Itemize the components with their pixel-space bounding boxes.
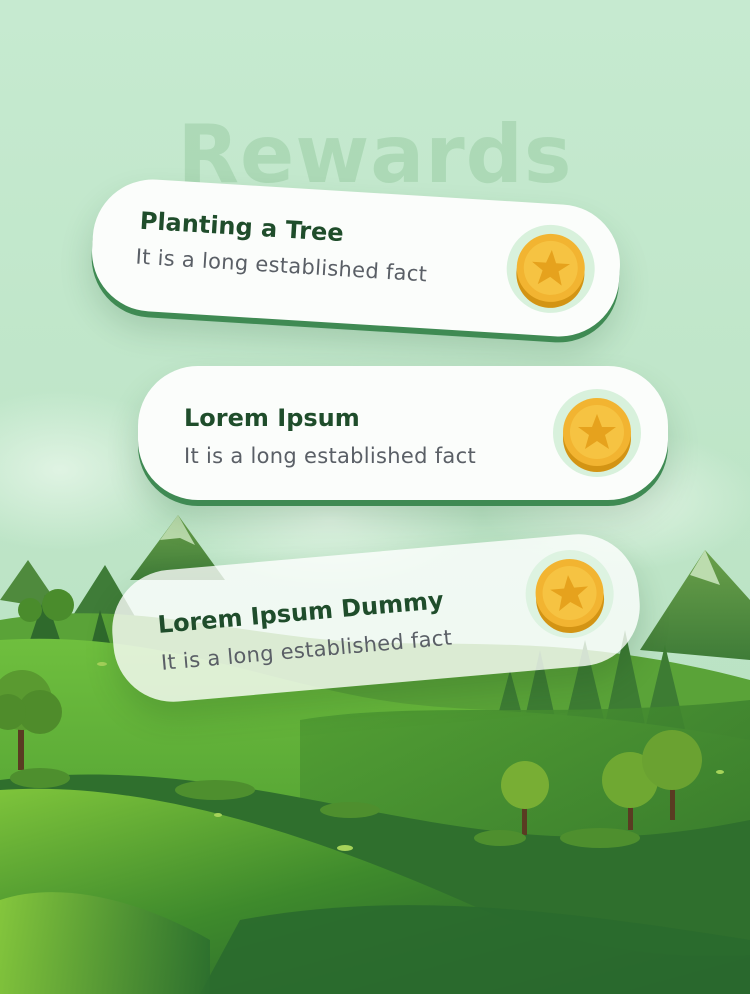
reward-card-subtitle: It is a long established fact <box>184 444 476 468</box>
reward-card-title: Lorem Ipsum <box>184 404 360 432</box>
rewards-screen: Rewards Planting a Tree It is a long est… <box>0 0 750 994</box>
reward-card-lorem-ipsum[interactable]: Lorem Ipsum It is a long established fac… <box>138 366 668 500</box>
rewards-watermark-title: Rewards <box>177 108 573 201</box>
reward-card-subtitle: It is a long established fact <box>134 244 428 287</box>
coin-star-icon <box>552 388 642 478</box>
coin-star-icon <box>503 221 598 316</box>
reward-card-title: Planting a Tree <box>139 206 345 248</box>
coin-star-icon <box>521 545 619 643</box>
